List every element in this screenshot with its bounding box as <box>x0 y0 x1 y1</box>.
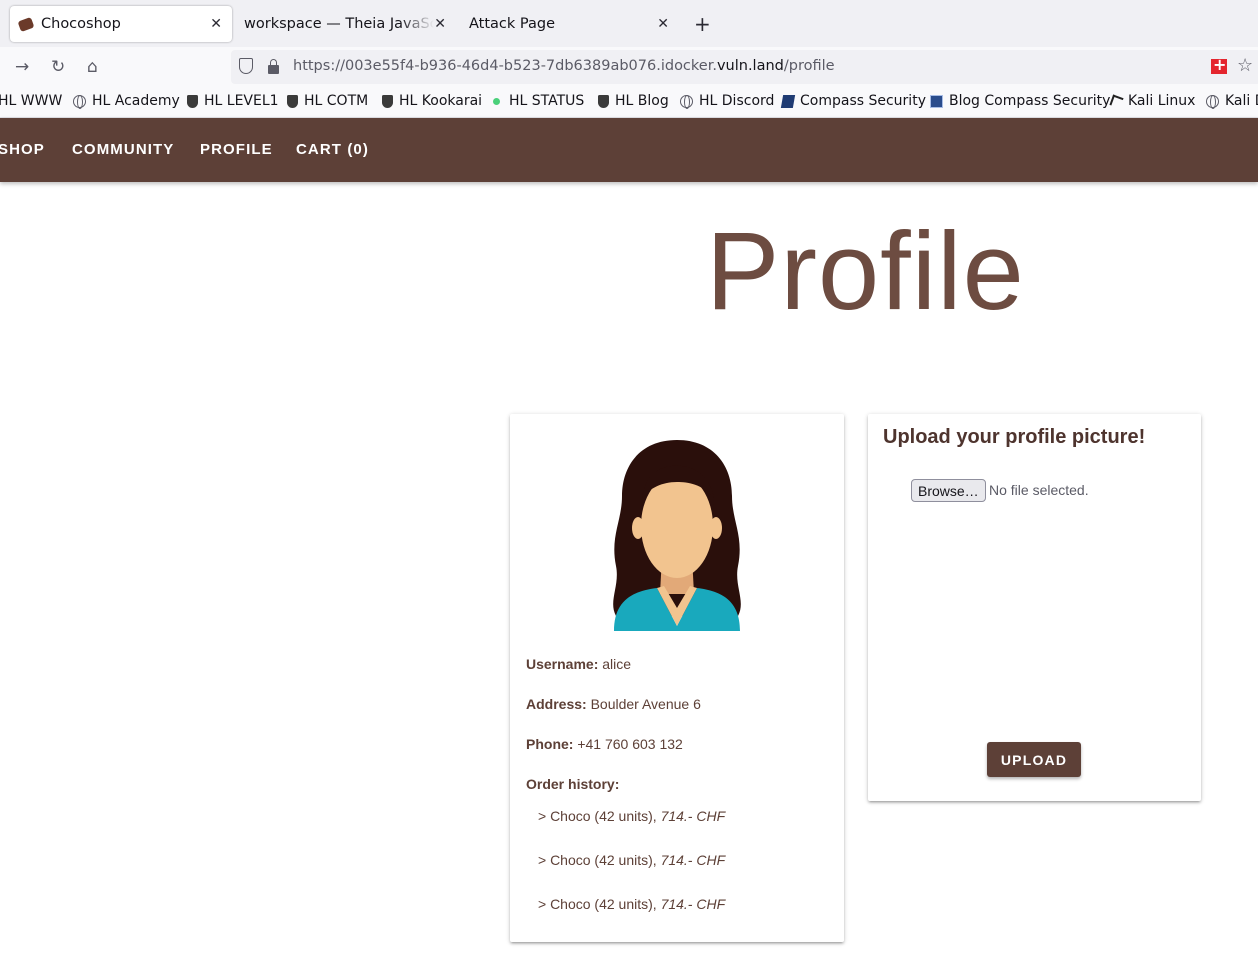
nav-shop[interactable]: SHOP <box>0 141 45 158</box>
bookmark-label: HL Discord <box>699 93 775 109</box>
bookmark-hl-kookarai[interactable]: HL Kookarai <box>382 93 482 109</box>
bookmark-star-icon[interactable]: ☆ <box>1237 55 1253 76</box>
home-icon[interactable]: ⌂ <box>87 57 98 77</box>
upload-button[interactable]: UPLOAD <box>987 742 1081 777</box>
tracking-protection-shield-icon[interactable] <box>239 58 253 74</box>
bookmark-label: HL Academy <box>92 93 180 109</box>
shield-icon <box>382 94 393 108</box>
url-text[interactable]: https://003e55f4-b936-46d4-b523-7db6389a… <box>293 58 835 74</box>
compass-icon <box>780 94 796 108</box>
kali-icon <box>1109 93 1124 109</box>
url-prefix: https://003e55f4-b936-46d4-b523-7db6389a… <box>293 58 717 74</box>
file-browse-button[interactable]: Browse… <box>911 479 986 502</box>
bookmark-label: Kali Linux <box>1128 93 1196 109</box>
order-price: 714.- CHF <box>660 852 726 868</box>
reload-icon[interactable]: ↻ <box>51 57 65 77</box>
upload-card: Upload your profile picture! Browse… No … <box>868 414 1201 801</box>
swiss-flag-icon[interactable] <box>1211 55 1227 74</box>
new-tab-plus-icon[interactable]: + <box>694 12 711 36</box>
bookmark-compass-security[interactable]: Compass Security <box>780 93 926 109</box>
shield-icon <box>187 94 198 108</box>
address-bar[interactable]: https://003e55f4-b936-46d4-b523-7db6389a… <box>231 50 1258 84</box>
profile-card: Username: alice Address: Boulder Avenue … <box>510 414 844 942</box>
username-row: Username: alice <box>526 656 631 672</box>
phone-row: Phone: +41 760 603 132 <box>526 736 683 752</box>
nav-cart[interactable]: CART (0) <box>296 141 369 158</box>
url-domain: vuln.land <box>716 58 784 74</box>
bookmark-label: HL LEVEL1 <box>204 93 279 109</box>
order-price: 714.- CHF <box>660 808 726 824</box>
bookmark-kali-docs[interactable]: Kali D <box>1206 93 1258 109</box>
bookmark-hl-status[interactable]: HL STATUS <box>490 93 584 109</box>
order-history-label: Order history: <box>526 776 620 792</box>
shield-icon <box>287 94 298 108</box>
order-item-text: > Choco (42 units), <box>538 852 657 868</box>
globe-icon <box>73 94 86 109</box>
blog-icon <box>930 94 943 108</box>
globe-icon <box>1206 94 1219 109</box>
bookmark-label: HL Kookarai <box>399 93 483 109</box>
status-dot-icon <box>493 97 500 105</box>
phone-value: +41 760 603 132 <box>577 736 683 752</box>
bookmark-label: Blog Compass Security <box>949 93 1111 109</box>
bookmark-label: HL COTM <box>304 93 369 109</box>
bookmark-label: HL Blog <box>615 93 669 109</box>
order-item-text: > Choco (42 units), <box>538 808 657 824</box>
bookmark-label: Kali D <box>1225 93 1258 109</box>
bookmark-label: HL STATUS <box>509 93 585 109</box>
tab-title: workspace — Theia JavaScript <box>244 16 434 32</box>
page-title: Profile <box>706 210 1025 333</box>
bookmark-label: HL WWW <box>0 93 63 109</box>
tab-attack-page[interactable]: Attack Page ✕ <box>469 6 679 42</box>
tab-workspace[interactable]: workspace — Theia JavaScript ✕ <box>244 6 456 42</box>
order-item: > Choco (42 units), 714.- CHF <box>538 852 725 868</box>
app-header: SHOP COMMUNITY PROFILE CART (0) <box>0 118 1258 182</box>
bookmark-label: Compass Security <box>800 93 926 109</box>
username-value: alice <box>602 656 632 672</box>
phone-label: Phone: <box>526 736 574 752</box>
order-item: > Choco (42 units), 714.- CHF <box>538 896 725 912</box>
shield-icon <box>598 94 609 108</box>
file-status-text: No file selected. <box>989 482 1089 498</box>
forward-arrow-icon[interactable]: → <box>15 57 29 77</box>
bookmark-hl-cotm[interactable]: HL COTM <box>287 93 368 109</box>
address-value: Boulder Avenue 6 <box>590 696 701 712</box>
bookmarks-toolbar: HL WWW HL Academy HL LEVEL1 HL COTM HL K… <box>0 86 1258 118</box>
bookmark-hl-blog[interactable]: HL Blog <box>598 93 669 109</box>
browser-tab-strip: Chocoshop ✕ workspace — Theia JavaScript… <box>0 0 1258 47</box>
order-item: > Choco (42 units), 714.- CHF <box>538 808 725 824</box>
bookmark-hl-discord[interactable]: HL Discord <box>680 93 774 109</box>
bookmark-hl-www[interactable]: HL WWW <box>0 93 62 109</box>
bookmark-blog-compass-security[interactable]: Blog Compass Security <box>930 93 1110 109</box>
nav-profile[interactable]: PROFILE <box>200 141 273 158</box>
bookmark-kali-linux[interactable]: Kali Linux <box>1109 93 1196 109</box>
bookmark-hl-academy[interactable]: HL Academy <box>73 93 180 109</box>
order-price: 714.- CHF <box>660 896 726 912</box>
nav-community[interactable]: COMMUNITY <box>72 141 174 158</box>
order-history-heading: Order history: <box>526 776 619 792</box>
address-label: Address: <box>526 696 587 712</box>
tab-chocoshop[interactable]: Chocoshop ✕ <box>10 6 232 42</box>
globe-icon <box>680 94 693 109</box>
close-tab-icon[interactable]: ✕ <box>657 16 669 32</box>
chocolate-favicon-icon <box>17 16 35 32</box>
padlock-icon[interactable] <box>268 59 279 74</box>
username-label: Username: <box>526 656 599 672</box>
tab-title: Attack Page <box>469 16 556 32</box>
upload-title: Upload your profile picture! <box>883 426 1146 448</box>
order-item-text: > Choco (42 units), <box>538 896 657 912</box>
avatar <box>613 440 741 631</box>
address-row: Address: Boulder Avenue 6 <box>526 696 701 712</box>
tab-title: Chocoshop <box>41 16 121 32</box>
bookmark-hl-level1[interactable]: HL LEVEL1 <box>187 93 279 109</box>
url-path: /profile <box>783 58 835 74</box>
close-tab-icon[interactable]: ✕ <box>210 16 222 32</box>
browser-navigation-bar: → ↻ ⌂ https://003e55f4-b936-46d4-b523-7d… <box>0 47 1258 86</box>
close-tab-icon[interactable]: ✕ <box>434 16 446 32</box>
